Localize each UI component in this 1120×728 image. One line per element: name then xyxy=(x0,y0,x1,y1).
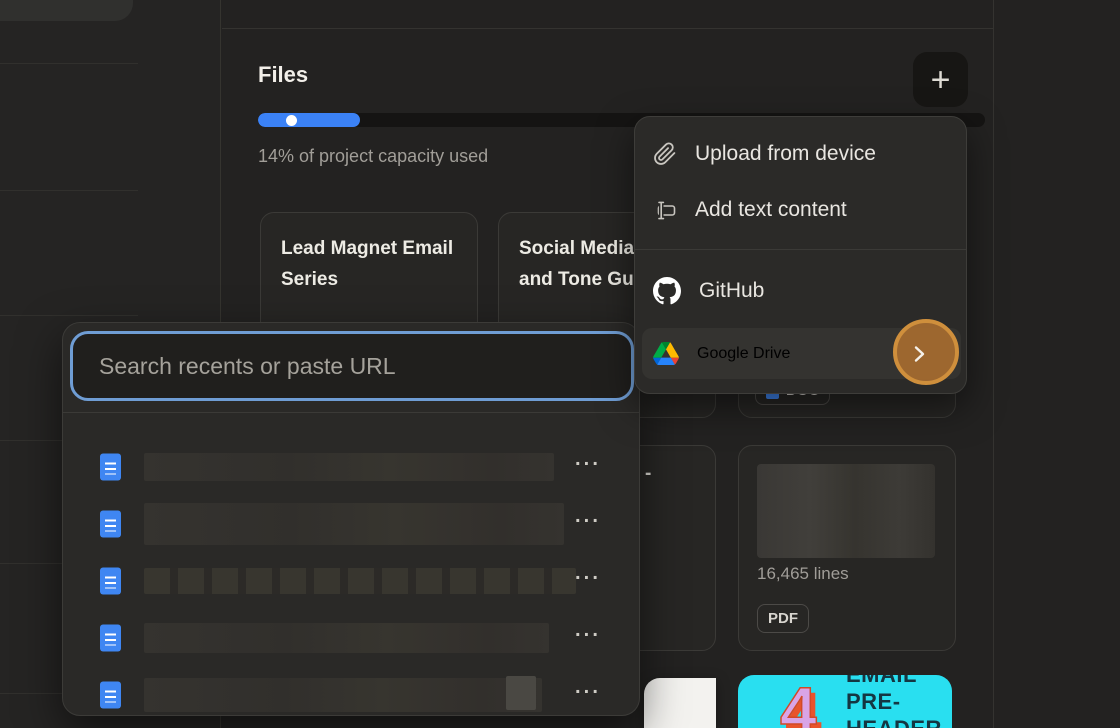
redacted-title xyxy=(144,568,576,594)
menu-item-label: GitHub xyxy=(699,279,764,303)
add-file-button[interactable]: + xyxy=(913,52,968,107)
recent-item-row[interactable]: ··· xyxy=(63,502,639,546)
promo-text: EMAIL PRE- HEADER xyxy=(846,675,942,728)
file-card-pdf[interactable]: 16,465 lines PDF xyxy=(738,445,956,651)
paperclip-icon xyxy=(653,142,677,166)
github-icon xyxy=(653,277,681,305)
menu-item-github[interactable]: GitHub xyxy=(653,270,764,312)
row-overflow-menu[interactable]: ··· xyxy=(575,454,601,477)
menu-divider xyxy=(635,249,966,250)
redacted-title xyxy=(144,453,554,481)
sidebar-divider xyxy=(0,315,138,316)
recent-item-row[interactable]: ··· xyxy=(63,616,639,660)
menu-item-add-text-content[interactable]: Add text content xyxy=(653,189,847,231)
panel-top-border xyxy=(222,28,993,29)
redacted-title xyxy=(144,503,564,545)
google-docs-icon xyxy=(100,625,121,652)
panel-right-border xyxy=(993,0,994,728)
google-docs-icon xyxy=(100,511,121,538)
search-recents-popup: ··· ··· ··· ··· ··· xyxy=(62,322,640,716)
promo-number: 4 xyxy=(780,677,817,728)
redacted-title xyxy=(144,678,542,712)
recent-item-row[interactable]: ··· xyxy=(63,445,639,489)
google-docs-icon xyxy=(100,568,121,595)
recent-item-row[interactable]: ··· xyxy=(63,559,639,603)
add-content-menu: Upload from device Add text content GitH… xyxy=(634,116,967,394)
recent-item-row[interactable]: ··· xyxy=(63,673,639,717)
menu-item-label: Google Drive xyxy=(697,345,790,363)
files-section-title: Files xyxy=(258,62,308,88)
menu-item-label: Add text content xyxy=(695,198,847,222)
google-docs-icon xyxy=(100,454,121,481)
partial-card-dash: - xyxy=(645,463,651,485)
promo-line-2: PRE- xyxy=(846,688,942,715)
redacted-title xyxy=(144,623,549,653)
menu-item-upload-from-device[interactable]: Upload from device xyxy=(653,133,876,175)
row-overflow-menu[interactable]: ··· xyxy=(575,511,601,534)
pdf-type-badge: PDF xyxy=(757,604,809,633)
row-overflow-menu[interactable]: ··· xyxy=(575,625,601,648)
sidebar-top-card xyxy=(0,0,133,21)
pdf-line-count: 16,465 lines xyxy=(757,564,849,584)
row-overflow-menu[interactable]: ··· xyxy=(575,682,601,705)
promo-line-3: HEADER xyxy=(846,715,942,728)
capacity-knob xyxy=(286,115,297,126)
sidebar-divider xyxy=(0,190,138,191)
pdf-badge-label: PDF xyxy=(768,610,798,627)
row-overflow-menu[interactable]: ··· xyxy=(575,568,601,591)
file-card-white-thumbnail[interactable] xyxy=(644,678,716,728)
search-input[interactable] xyxy=(73,334,631,398)
file-card-email-preheader[interactable]: 4 EMAIL PRE- HEADER xyxy=(738,675,952,728)
promo-line-1: EMAIL xyxy=(846,675,942,688)
google-docs-icon xyxy=(100,682,121,709)
chevron-right-icon xyxy=(909,343,929,365)
file-card-title: Lead Magnet Email Series xyxy=(281,233,457,295)
capacity-fill xyxy=(258,113,360,127)
capacity-caption: 14% of project capacity used xyxy=(258,146,488,167)
menu-item-label: Upload from device xyxy=(695,142,876,166)
google-drive-icon xyxy=(653,342,679,365)
pdf-thumbnail-redacted xyxy=(757,464,935,558)
sidebar-divider xyxy=(0,63,138,64)
search-input-wrapper xyxy=(70,331,634,401)
popup-divider xyxy=(63,412,639,413)
add-text-icon xyxy=(653,198,677,222)
redacted-chip xyxy=(506,676,536,710)
plus-icon: + xyxy=(931,63,951,97)
